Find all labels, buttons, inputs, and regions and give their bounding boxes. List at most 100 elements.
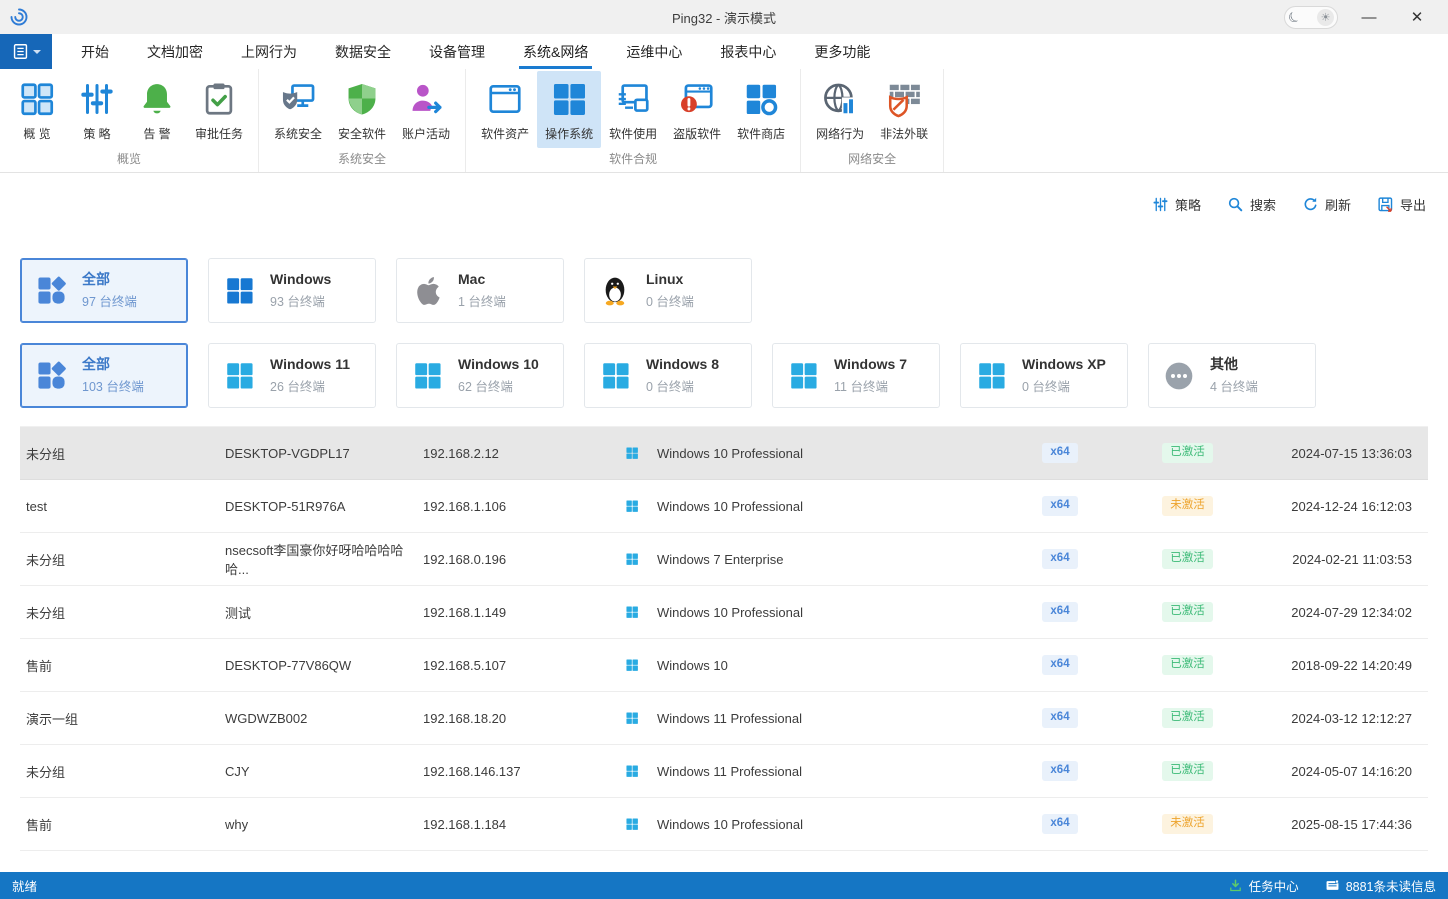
terminal-name: CJY: [225, 764, 423, 779]
terminal-time: 2018-09-22 14:20:49: [1275, 658, 1428, 673]
software-assets-window-icon: [486, 80, 524, 118]
illegal-connection-firewall-icon: [885, 80, 923, 118]
ribbon-button-policy[interactable]: 策 略: [67, 71, 127, 148]
app-menu-button[interactable]: [0, 34, 52, 69]
ribbon-button-account-activity[interactable]: 账户活动: [394, 71, 458, 148]
os-card-other[interactable]: 其他4 台终端: [1148, 343, 1316, 408]
arch-badge: x64: [1042, 761, 1077, 781]
windows-icon: [786, 360, 820, 391]
ribbon-button-alert[interactable]: 告 警: [127, 71, 187, 148]
tab-data-security[interactable]: 数据安全: [316, 34, 410, 69]
terminal-time: 2024-07-29 12:34:02: [1275, 605, 1428, 620]
ribbon-button-label: 非法外联: [880, 125, 928, 142]
ribbon-button-software-usage[interactable]: 软件使用: [601, 71, 665, 148]
table-row[interactable]: 未分组 nsecsoft李国豪你好呀哈哈哈哈哈... 192.168.0.196…: [20, 533, 1428, 586]
alert-bell-icon: [138, 80, 176, 118]
refresh-icon: [1302, 196, 1319, 213]
os-card-count: 26 台终端: [270, 376, 350, 395]
os-card-windows-10[interactable]: Windows 1062 台终端: [396, 343, 564, 408]
policy-action-button[interactable]: 策略: [1152, 195, 1201, 214]
windows-os-icon: [625, 817, 639, 831]
os-card-title: Mac: [458, 271, 506, 287]
table-row[interactable]: 未分组 DESKTOP-VGDPL17 192.168.2.12 Windows…: [20, 427, 1428, 480]
os-card-all-family[interactable]: 全部97 台终端: [20, 258, 188, 323]
ribbon-button-security-software[interactable]: 安全软件: [330, 71, 394, 148]
terminal-ip: 192.168.5.107: [423, 658, 625, 673]
os-card-count: 62 台终端: [458, 376, 539, 395]
terminal-time: 2024-03-12 12:12:27: [1275, 711, 1428, 726]
table-row[interactable]: 未分组 CJY 192.168.146.137 Windows 11 Profe…: [20, 745, 1428, 798]
ribbon-button-operating-system[interactable]: 操作系统: [537, 71, 601, 148]
windows-os-icon: [625, 552, 639, 566]
terminal-group: 未分组: [20, 762, 225, 781]
tab-more-features[interactable]: 更多功能: [795, 34, 889, 69]
os-card-title: 全部: [82, 271, 137, 287]
os-card-windows-7[interactable]: Windows 711 台终端: [772, 343, 940, 408]
export-button[interactable]: 导出: [1377, 195, 1426, 214]
terminal-name: DESKTOP-51R976A: [225, 499, 423, 514]
table-row[interactable]: 售前 why 192.168.1.184 Windows 10 Professi…: [20, 798, 1428, 851]
close-button[interactable]: ✕: [1400, 3, 1434, 31]
os-card-mac[interactable]: Mac 1 台终端: [396, 258, 564, 323]
terminal-ip: 192.168.0.196: [423, 552, 625, 567]
ribbon-button-software-store[interactable]: 软件商店: [729, 71, 793, 148]
arch-badge: x64: [1042, 655, 1077, 675]
os-card-all-version[interactable]: 全部103 台终端: [20, 343, 188, 408]
tab-web-behavior[interactable]: 上网行为: [222, 34, 316, 69]
os-card-windows-8[interactable]: Windows 80 台终端: [584, 343, 752, 408]
ribbon-button-overview[interactable]: 概 览: [7, 71, 67, 148]
ribbon-button-software-assets[interactable]: 软件资产: [473, 71, 537, 148]
os-card-title: Windows XP: [1022, 356, 1106, 372]
status-badge: 已激活: [1162, 761, 1213, 781]
other-ellipsis-icon: [1162, 360, 1196, 392]
terminal-group: 售前: [20, 815, 225, 834]
task-center-button[interactable]: 任务中心: [1228, 876, 1299, 895]
moon-icon: ☾: [1285, 8, 1303, 27]
os-card-windows-xp[interactable]: Windows XP0 台终端: [960, 343, 1128, 408]
terminal-os: Windows 10 Professional: [657, 446, 803, 461]
ribbon-button-pirated-software[interactable]: 盗版软件: [665, 71, 729, 148]
software-store-icon: [742, 80, 780, 118]
os-card-windows-11[interactable]: Windows 1126 台终端: [208, 343, 376, 408]
terminal-ip: 192.168.1.184: [423, 817, 625, 832]
tab-device-management[interactable]: 设备管理: [410, 34, 504, 69]
status-bar: 就绪 任务中心 8881条未读信息: [0, 872, 1448, 899]
tab-ops-center[interactable]: 运维中心: [607, 34, 701, 69]
table-row[interactable]: 售前 DESKTOP-77V86QW 192.168.5.107 Windows…: [20, 639, 1428, 692]
terminal-name: 测试: [225, 603, 423, 622]
tab-system-network[interactable]: 系统&网络: [504, 34, 607, 69]
linux-tux-icon: [598, 274, 632, 307]
terminal-ip: 192.168.2.12: [423, 446, 625, 461]
terminal-time: 2025-08-15 17:44:36: [1275, 817, 1428, 832]
terminal-ip: 192.168.146.137: [423, 764, 625, 779]
tab-doc-encryption[interactable]: 文档加密: [128, 34, 222, 69]
search-button[interactable]: 搜索: [1227, 195, 1276, 214]
ribbon-button-network-behavior[interactable]: 网络行为: [808, 71, 872, 148]
tab-report-center[interactable]: 报表中心: [701, 34, 795, 69]
action-label: 刷新: [1325, 195, 1351, 214]
minimize-button[interactable]: —: [1352, 3, 1386, 31]
message-icon: [1325, 878, 1340, 893]
action-label: 搜索: [1250, 195, 1276, 214]
ribbon-button-system-security[interactable]: 系统安全: [266, 71, 330, 148]
arch-badge: x64: [1042, 496, 1077, 516]
ribbon-group-system-security: 系统安全 安全软件 账户活动 系统安全: [259, 69, 466, 172]
arch-badge: x64: [1042, 549, 1077, 569]
ribbon-button-label: 系统安全: [274, 125, 322, 142]
policy-sliders-icon: [1152, 196, 1169, 213]
theme-toggle[interactable]: ☾ ☀: [1284, 6, 1338, 29]
os-card-windows[interactable]: Windows93 台终端: [208, 258, 376, 323]
ribbon-group-label: 软件合规: [469, 148, 797, 174]
table-row[interactable]: 演示一组 WGDWZB002 192.168.18.20 Windows 11 …: [20, 692, 1428, 745]
os-card-linux[interactable]: Linux0 台终端: [584, 258, 752, 323]
refresh-button[interactable]: 刷新: [1302, 195, 1351, 214]
ribbon-button-approval-tasks[interactable]: 审批任务: [187, 71, 251, 148]
unread-messages-button[interactable]: 8881条未读信息: [1325, 876, 1436, 895]
terminal-group: 未分组: [20, 550, 225, 569]
os-card-count: 1 台终端: [458, 291, 506, 310]
ribbon-button-illegal-connection[interactable]: 非法外联: [872, 71, 936, 148]
table-row[interactable]: 未分组 测试 192.168.1.149 Windows 10 Professi…: [20, 586, 1428, 639]
os-card-count: 4 台终端: [1210, 376, 1258, 395]
table-row[interactable]: test DESKTOP-51R976A 192.168.1.106 Windo…: [20, 480, 1428, 533]
tab-home[interactable]: 开始: [62, 34, 128, 69]
